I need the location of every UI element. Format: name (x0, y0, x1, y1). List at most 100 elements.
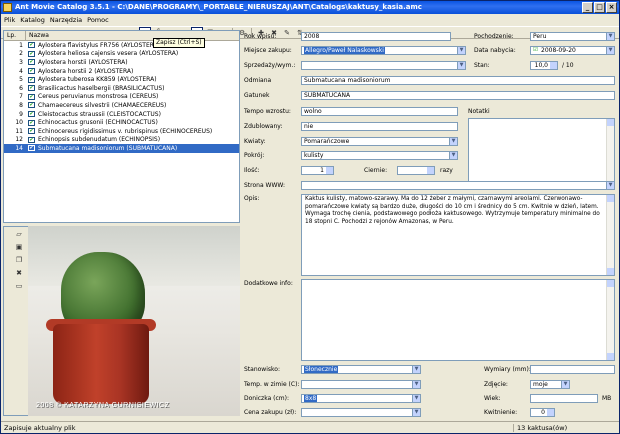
date-checkbox[interactable]: ☑ (533, 47, 538, 54)
list-item-checkbox[interactable]: ✔ (28, 136, 35, 143)
app-icon (3, 3, 12, 12)
view-picture-icon[interactable]: ▭ (13, 282, 25, 293)
menu-pomoc[interactable]: Pomoc (87, 16, 109, 24)
pokroj-dropdown[interactable]: kulisty ▼ (301, 151, 458, 160)
label-gatunek: Gatunek (244, 92, 270, 99)
list-item-number: 12 (15, 136, 23, 144)
close-button[interactable]: × (606, 2, 617, 13)
list-item-checkbox[interactable]: ✔ (28, 42, 35, 49)
label-rok-wpisu: Rok wpisu: (244, 33, 277, 40)
list-item[interactable]: 6 ✔ Brasilicactus haselbergii (BRASILICACT… (4, 84, 239, 93)
list-item-name: Aylostera horstii 2 (AYLOSTERA) (38, 67, 134, 75)
ciernie-spinner[interactable] (397, 166, 435, 175)
menu-katalog[interactable]: Katalog (20, 16, 45, 24)
list-item-name: Aylostera heliosa cajensis vesera (AYLOS… (38, 50, 179, 58)
kwitnienie-spinner[interactable]: 0 (530, 408, 555, 417)
menu-plik[interactable]: Plik (4, 16, 15, 24)
delete-picture-icon[interactable]: ✖ (13, 269, 25, 280)
list-item-checkbox[interactable]: ✔ (28, 93, 35, 100)
title-bar: Ant Movie Catalog 3.5.1 - C:\DANE\PROGRA… (1, 1, 619, 14)
gatunek-field[interactable]: SUBMATUCANA (301, 91, 615, 100)
list-item[interactable]: 9 ✔ Cleistocactus straussii (CLEISTOCACTUS… (4, 110, 239, 119)
column-header-nazwa[interactable]: Nazwa (26, 31, 239, 40)
ilosc-spinner[interactable]: 1 (301, 166, 334, 175)
list-item-checkbox[interactable]: ✔ (28, 111, 35, 118)
list-item-checkbox[interactable]: ✔ (28, 145, 35, 152)
wiek-field[interactable] (530, 394, 598, 403)
opis-scrollbar[interactable] (606, 195, 614, 275)
copy-picture-icon[interactable]: ❐ (13, 256, 25, 267)
label-wymiary: Wymiary (mm): (484, 366, 531, 373)
notatki-memo[interactable] (468, 118, 615, 190)
stan-suffix: / 10 (562, 62, 574, 69)
opis-text: Kaktus kulisty, matowo-szarawy. Ma do 12… (305, 196, 600, 225)
list-item-name: Echinocactus grusonii (ECHINOCACTUS) (38, 119, 158, 127)
status-message: Zapisuje aktualny plik (4, 424, 76, 432)
rok-wpisu-field[interactable]: 2008 (301, 32, 451, 41)
list-item-number: 14 (15, 144, 23, 152)
label-doniczka: Doniczka (cm): (244, 395, 290, 402)
label-strona-www: Strona WWW: (244, 182, 286, 189)
list-item-number: 7 (19, 93, 23, 101)
minimize-button[interactable]: _ (582, 2, 593, 13)
list-item[interactable]: 3 ✔ Aylostera horstii (AYLOSTERA) (4, 58, 239, 67)
list-item[interactable]: 11 ✔ Echinocereus rigidissimus v. rubrispi… (4, 127, 239, 136)
stan-spinner[interactable]: 10,0 (530, 61, 558, 70)
list-item[interactable]: 7 ✔ Cereus peruvianus monstrosa (CEREUS) (4, 93, 239, 102)
pot-image (53, 324, 149, 404)
doniczka-dropdown[interactable]: 8x8 ▼ (301, 394, 421, 403)
plant-list[interactable]: Lp. Nazwa 1 ✔ Aylostera flavistylus FR756 … (3, 30, 240, 223)
load-picture-icon[interactable]: ▱ (13, 230, 25, 241)
list-item[interactable]: 4 ✔ Aylostera horstii 2 (AYLOSTERA) (4, 67, 239, 76)
strona-www-dropdown[interactable]: ▼ (301, 181, 615, 190)
list-item-checkbox[interactable]: ✔ (28, 68, 35, 75)
zdjecie-dropdown[interactable]: moje ▼ (530, 380, 570, 389)
list-item-checkbox[interactable]: ✔ (28, 59, 35, 66)
save-picture-icon[interactable]: ▣ (13, 243, 25, 254)
list-item-name: Submatucana madisoniorum (SUBMATUCANA) (38, 144, 178, 152)
list-item-number: 9 (19, 110, 23, 118)
list-item-number: 1 (19, 41, 23, 49)
dodatkowe-info-memo[interactable] (301, 279, 615, 361)
list-item-checkbox[interactable]: ✔ (28, 85, 35, 92)
sprzedazy-dropdown[interactable]: ▼ (301, 61, 466, 70)
kwiaty-dropdown[interactable]: Pomarańczowe ▼ (301, 137, 458, 146)
list-item-name: Cleistocactus straussii (CLEISTOCACTUS) (38, 110, 161, 118)
maximize-button[interactable]: □ (594, 2, 605, 13)
list-item[interactable]: 5 ✔ Aylostera tuberosa KK859 (AYLOSTERA) (4, 75, 239, 84)
list-item[interactable]: 2 ✔ Aylostera heliosa cajensis vesera (AYL… (4, 50, 239, 59)
list-item-name: Aylostera horstii (AYLOSTERA) (38, 58, 128, 66)
list-item-name: Cereus peruvianus monstrosa (CEREUS) (38, 93, 159, 101)
list-item[interactable]: 8 ✔ Chamaecereus silvestrii (CHAMAECEREUS) (4, 101, 239, 110)
picture-tools: ▱ ▣ ❐ ✖ ▭ (13, 230, 25, 293)
list-item-checkbox[interactable]: ✔ (28, 102, 35, 109)
label-opis: Opis: (244, 195, 260, 202)
list-item[interactable]: 10 ✔ Echinocactus grusonii (ECHINOCACTUS) (4, 118, 239, 127)
dodatkowe-scrollbar[interactable] (606, 280, 614, 360)
list-item[interactable]: 12 ✔ Echinopsis subdenudatum (ECHINOPSIS) (4, 136, 239, 145)
cena-zakupu-dropdown[interactable]: ▼ (301, 408, 421, 417)
list-item-name: Brasilicactus haselbergii (BRASILICACTUS… (38, 84, 165, 92)
plant-photo: 2008 © KATARZYNA GURNISIEWICZ (28, 226, 240, 416)
tempo-field[interactable]: wolno (301, 107, 458, 116)
list-item[interactable]: 14 ✔ Submatucana madisoniorum (SUBMATUCANA… (4, 144, 239, 153)
miejsce-zakupu-dropdown[interactable]: Allegro/Paweł Nalaskowski ▼ (301, 46, 466, 55)
list-item-checkbox[interactable]: ✔ (28, 76, 35, 83)
list-item-checkbox[interactable]: ✔ (28, 128, 35, 135)
wymiary-field[interactable] (530, 365, 615, 374)
label-data-nabycia: Data nabycia: (474, 47, 516, 54)
odmiana-field[interactable]: Submatucana madisoniorum (301, 76, 615, 85)
pochodzenie-dropdown[interactable]: Peru ▼ (530, 32, 615, 41)
list-item-name: Echinocereus rigidissimus v. rubrispinus… (38, 127, 213, 135)
list-item-checkbox[interactable]: ✔ (28, 50, 35, 57)
zdublowany-field[interactable]: nie (301, 122, 458, 131)
data-nabycia-field[interactable]: ☑ 2008-09-20 ▼ (530, 46, 615, 55)
column-header-lp[interactable]: Lp. (4, 31, 26, 40)
list-item-checkbox[interactable]: ✔ (28, 119, 35, 126)
stanowisko-dropdown[interactable]: Słonecznie ▼ (301, 365, 421, 374)
temp-zima-dropdown[interactable]: ▼ (301, 380, 421, 389)
opis-memo[interactable]: Kaktus kulisty, matowo-szarawy. Ma do 12… (301, 194, 615, 276)
menu-narzedzia[interactable]: Narzędzia (50, 16, 82, 24)
notatki-scrollbar[interactable] (606, 119, 614, 189)
label-notatki: Notatki (468, 108, 490, 115)
